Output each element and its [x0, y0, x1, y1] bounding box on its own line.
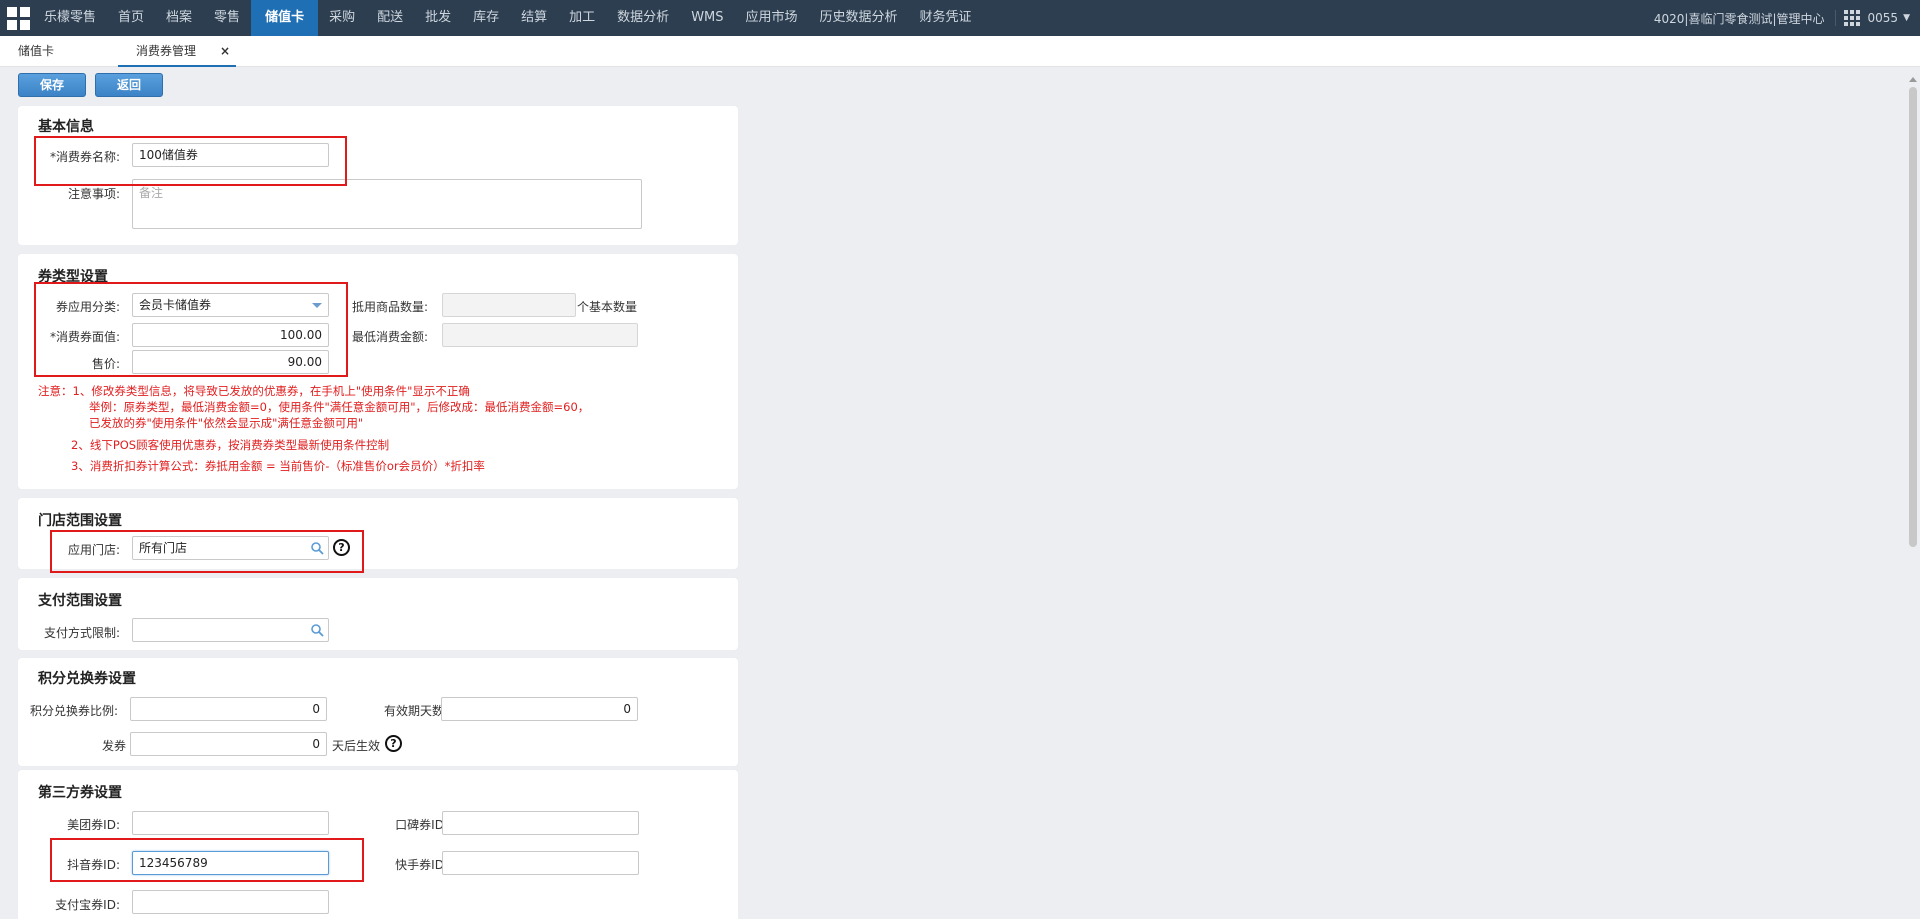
- highlight-box: [34, 282, 348, 377]
- note-line: 3、消费折扣券计算公式：券抵用金额 = 当前售价-（标准售价or会员价）*折扣率: [71, 459, 485, 473]
- notes-textarea[interactable]: 备注: [132, 179, 642, 229]
- nav-item-wms[interactable]: WMS: [680, 0, 734, 36]
- app-logo-icon[interactable]: [0, 0, 36, 36]
- tab-label: 储值卡: [18, 44, 55, 58]
- user-code[interactable]: 0055: [1868, 11, 1899, 25]
- points-ratio-label: 积分兑换券比例:: [29, 704, 118, 718]
- help-icon[interactable]: ?: [385, 735, 402, 752]
- deduct-qty-input[interactable]: [442, 293, 576, 317]
- nav-item-app-market[interactable]: 应用市场: [735, 0, 809, 36]
- valid-days-label: 有效期天数:: [383, 704, 448, 718]
- koubei-id-input[interactable]: [442, 811, 639, 835]
- payment-method-label: 支付方式限制:: [43, 626, 120, 640]
- panel-payment-range: 支付范围设置 支付方式限制:: [18, 578, 738, 650]
- chevron-down-icon[interactable]: ▼: [1903, 13, 1910, 23]
- issue-label: 发券: [101, 739, 126, 753]
- issue-suffix: 天后生效: [332, 739, 381, 753]
- alipay-id-input[interactable]: [132, 890, 329, 914]
- issue-days-input[interactable]: 0: [130, 732, 327, 756]
- alipay-id-label: 支付宝券ID:: [55, 898, 120, 912]
- nav-brand[interactable]: 乐檬零售: [36, 0, 107, 36]
- nav-item-processing[interactable]: 加工: [558, 0, 606, 36]
- notes-label: 注意事项:: [67, 187, 120, 201]
- section-title: 门店范围设置: [38, 513, 122, 529]
- tab-coupon-management[interactable]: 消费券管理 ×: [118, 36, 236, 67]
- points-ratio-input[interactable]: 0: [130, 697, 327, 721]
- section-title: 第三方券设置: [38, 785, 122, 801]
- nav-item-finance-voucher[interactable]: 财务凭证: [909, 0, 983, 36]
- panel-basic-info: 基本信息 *消费券名称: 100储值券 注意事项: 备注: [18, 106, 738, 245]
- nav-item-delivery[interactable]: 配送: [366, 0, 414, 36]
- nav-item-home[interactable]: 首页: [107, 0, 155, 36]
- tab-label: 消费券管理: [136, 44, 197, 58]
- scrollbar-thumb[interactable]: [1909, 87, 1917, 547]
- close-icon[interactable]: ×: [220, 36, 230, 66]
- apps-grid-icon[interactable]: [1834, 10, 1860, 26]
- nav-item-purchase[interactable]: 采购: [318, 0, 366, 36]
- nav-item-data-analysis[interactable]: 数据分析: [606, 0, 680, 36]
- nav-item-archive[interactable]: 档案: [155, 0, 203, 36]
- scroll-up-icon[interactable]: [1909, 77, 1917, 82]
- valid-days-input[interactable]: 0: [441, 697, 638, 721]
- section-title: 支付范围设置: [38, 593, 122, 609]
- note-line: 已发放的券"使用条件"依然会显示成"满任意金额可用": [89, 416, 364, 430]
- meituan-id-label: 美团券ID:: [67, 818, 120, 832]
- back-button[interactable]: 返回: [95, 73, 163, 97]
- note-line: 注意：1、修改券类型信息，将导致已发放的优惠券，在手机上"使用条件"显示不正确: [38, 384, 470, 398]
- min-spend-label: 最低消费金额:: [352, 330, 429, 344]
- panel-points-exchange: 积分兑换券设置 积分兑换券比例: 0 有效期天数: 0 发券 0 天后生效 ?: [18, 658, 738, 766]
- panel-coupon-type: 券类型设置 券应用分类: 会员卡储值券 *消费券面值: 100.00 售价: 9…: [18, 254, 738, 489]
- save-button[interactable]: 保存: [18, 73, 86, 97]
- nav-item-history-analysis[interactable]: 历史数据分析: [809, 0, 909, 36]
- nav-item-retail[interactable]: 零售: [203, 0, 251, 36]
- nav-item-inventory[interactable]: 库存: [462, 0, 510, 36]
- page-scrollbar[interactable]: [1906, 77, 1920, 919]
- section-title: 基本信息: [38, 119, 94, 135]
- nav-item-wholesale[interactable]: 批发: [414, 0, 462, 36]
- payment-method-input[interactable]: [132, 618, 329, 642]
- org-name[interactable]: 4020|喜临门零食测试|管理中心: [1654, 10, 1825, 27]
- section-title: 积分兑换券设置: [38, 671, 136, 687]
- kuaishou-id-input[interactable]: [442, 851, 639, 875]
- note-line: 2、线下POS顾客使用优惠券，按消费券类型最新使用条件控制: [71, 438, 390, 452]
- min-spend-input[interactable]: [442, 323, 638, 347]
- nav-user-area: 4020|喜临门零食测试|管理中心 0055 ▼: [1654, 0, 1910, 36]
- nav-item-settlement[interactable]: 结算: [510, 0, 558, 36]
- nav-item-stored-value-card[interactable]: 储值卡: [251, 0, 319, 36]
- koubei-id-label: 口碑券ID:: [395, 818, 448, 832]
- note-line: 举例：原券类型，最低消费金额=0，使用条件"满任意金额可用"，后修改成：最低消费…: [89, 400, 590, 414]
- highlight-box: [50, 838, 364, 882]
- meituan-id-input[interactable]: [132, 811, 329, 835]
- highlight-box: [34, 136, 347, 186]
- panel-store-range: 门店范围设置 应用门店: 所有门店 ?: [18, 498, 738, 573]
- highlight-box: [50, 530, 364, 573]
- panel-third-party: 第三方券设置 美团券ID: 口碑券ID: 抖音券ID: 123456789 快手…: [18, 770, 738, 919]
- search-icon[interactable]: [310, 623, 324, 637]
- deduct-qty-label: 抵用商品数量:: [352, 300, 429, 314]
- tab-stored-value-card[interactable]: 储值卡: [18, 36, 54, 67]
- top-nav: 乐檬零售 首页 档案 零售 储值卡 采购 配送 批发 库存 结算 加工 数据分析…: [0, 0, 1920, 36]
- deduct-qty-suffix: 个基本数量: [577, 300, 638, 314]
- tab-bar: 储值卡 消费券管理 ×: [0, 36, 1920, 67]
